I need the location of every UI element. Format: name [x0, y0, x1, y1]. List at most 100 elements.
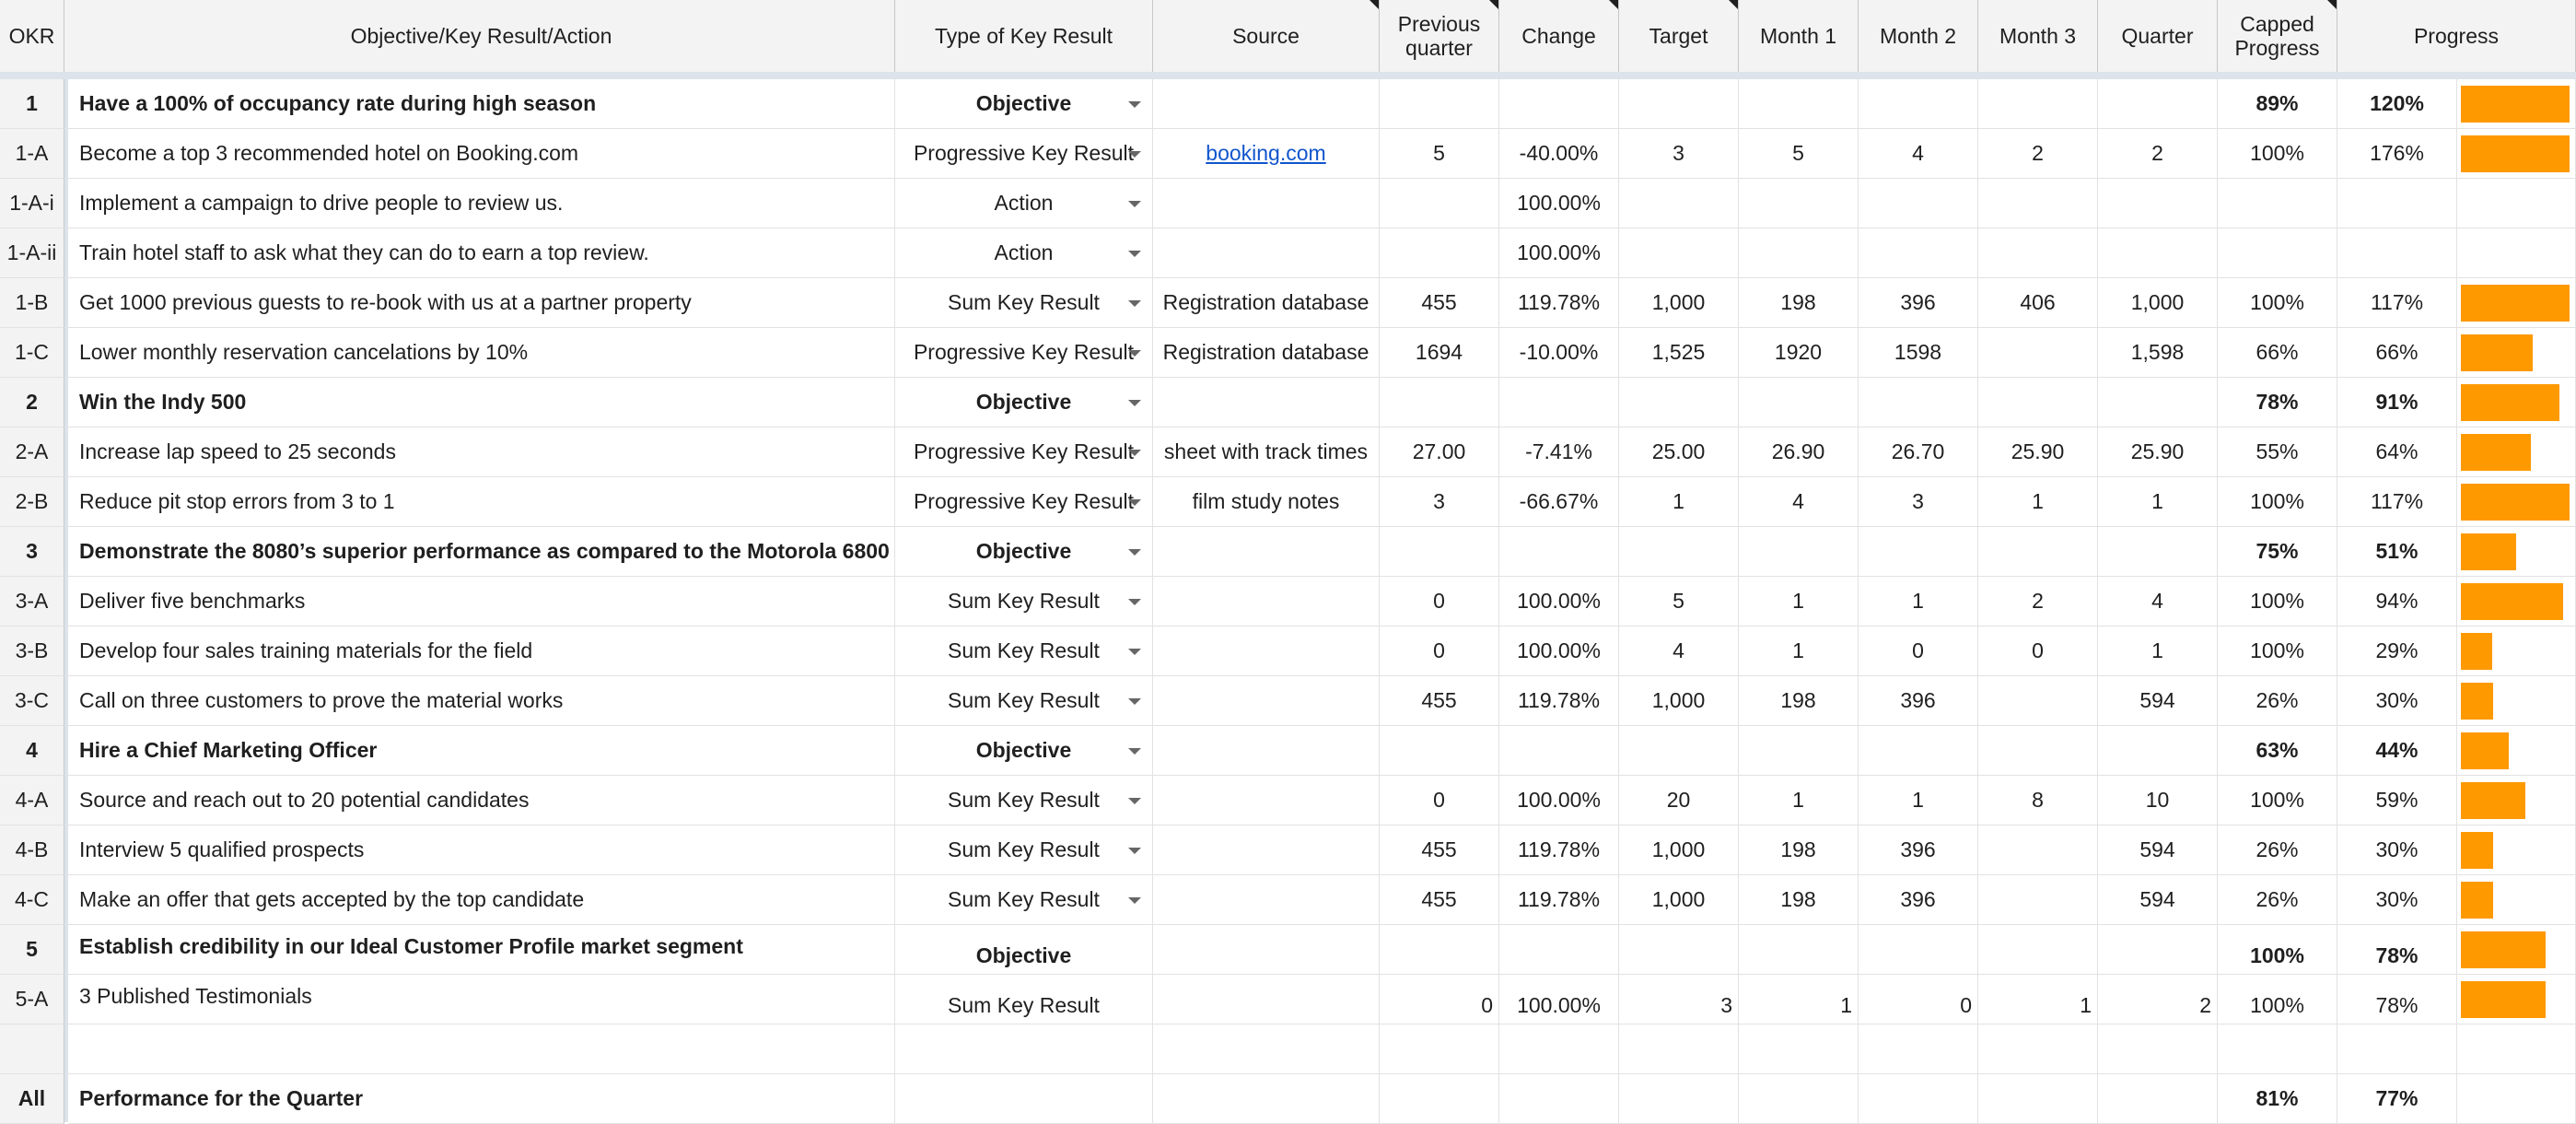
cell-target[interactable]: [1619, 925, 1739, 975]
cell-month3[interactable]: 1: [1978, 477, 2098, 527]
cell-source[interactable]: film study notes: [1153, 477, 1380, 527]
cell-source[interactable]: [1153, 975, 1380, 1024]
cell-okr[interactable]: 3-A: [0, 577, 64, 626]
cell-okr[interactable]: 1-A-i: [0, 179, 64, 228]
cell-change[interactable]: -40.00%: [1499, 129, 1619, 179]
cell-type[interactable]: [895, 1024, 1153, 1074]
cell-quarter[interactable]: 594: [2098, 676, 2218, 726]
cell-objective[interactable]: Deliver five benchmarks: [68, 577, 895, 626]
cell-objective[interactable]: Call on three customers to prove the mat…: [68, 676, 895, 726]
progress-bar-cell[interactable]: [2457, 79, 2576, 129]
cell-month3[interactable]: [1978, 228, 2098, 278]
cell-month2[interactable]: [1859, 378, 1978, 427]
cell-capped[interactable]: [2218, 179, 2337, 228]
cell-target[interactable]: [1619, 79, 1739, 129]
cell-month2[interactable]: 26.70: [1859, 427, 1978, 477]
cell-progress[interactable]: 94%: [2337, 577, 2457, 626]
cell-objective[interactable]: Performance for the Quarter: [68, 1074, 895, 1124]
dropdown-arrow-icon[interactable]: [1128, 399, 1141, 406]
progress-bar-cell[interactable]: [2457, 676, 2576, 726]
cell-okr[interactable]: 1-B: [0, 278, 64, 328]
cell-source[interactable]: Registration database: [1153, 278, 1380, 328]
progress-bar-cell[interactable]: [2457, 925, 2576, 975]
progress-bar-cell[interactable]: [2457, 825, 2576, 875]
progress-bar-cell[interactable]: [2457, 577, 2576, 626]
cell-previous[interactable]: [1380, 179, 1499, 228]
cell-change[interactable]: 100.00%: [1499, 975, 1619, 1024]
cell-quarter[interactable]: 2: [2098, 975, 2218, 1024]
cell-previous[interactable]: 455: [1380, 676, 1499, 726]
cell-progress[interactable]: 59%: [2337, 776, 2457, 825]
cell-target[interactable]: 1,000: [1619, 875, 1739, 925]
dropdown-arrow-icon[interactable]: [1128, 697, 1141, 705]
cell-objective[interactable]: Become a top 3 recommended hotel on Book…: [68, 129, 895, 179]
cell-quarter[interactable]: 594: [2098, 875, 2218, 925]
cell-previous[interactable]: [1380, 527, 1499, 577]
cell-change[interactable]: 100.00%: [1499, 626, 1619, 676]
cell-type[interactable]: Progressive Key Result: [895, 328, 1153, 378]
cell-month1[interactable]: 5: [1739, 129, 1859, 179]
cell-progress[interactable]: 29%: [2337, 626, 2457, 676]
cell-month2[interactable]: [1859, 79, 1978, 129]
cell-source[interactable]: [1153, 228, 1380, 278]
cell-quarter[interactable]: 10: [2098, 776, 2218, 825]
cell-target[interactable]: [1619, 179, 1739, 228]
cell-target[interactable]: [1619, 1074, 1739, 1124]
header-change[interactable]: Change: [1499, 0, 1619, 72]
cell-target[interactable]: [1619, 527, 1739, 577]
cell-okr[interactable]: 1: [0, 79, 64, 129]
cell-source[interactable]: [1153, 378, 1380, 427]
cell-type[interactable]: Progressive Key Result: [895, 477, 1153, 527]
cell-quarter[interactable]: [2098, 1024, 2218, 1074]
dropdown-arrow-icon[interactable]: [1128, 349, 1141, 357]
header-objective[interactable]: Objective/Key Result/Action: [68, 0, 895, 72]
cell-capped[interactable]: 100%: [2218, 477, 2337, 527]
cell-month3[interactable]: [1978, 875, 2098, 925]
cell-previous[interactable]: [1380, 79, 1499, 129]
cell-okr[interactable]: [0, 1024, 64, 1074]
cell-target[interactable]: [1619, 1024, 1739, 1074]
cell-month1[interactable]: 1920: [1739, 328, 1859, 378]
cell-previous[interactable]: [1380, 1074, 1499, 1124]
cell-type[interactable]: Sum Key Result: [895, 577, 1153, 626]
cell-previous[interactable]: [1380, 726, 1499, 776]
cell-objective[interactable]: 3 Published Testimonials: [68, 975, 895, 1024]
cell-progress[interactable]: 117%: [2337, 477, 2457, 527]
cell-quarter[interactable]: [2098, 179, 2218, 228]
cell-month2[interactable]: [1859, 228, 1978, 278]
cell-quarter[interactable]: 1: [2098, 626, 2218, 676]
cell-month2[interactable]: 396: [1859, 278, 1978, 328]
cell-progress[interactable]: [2337, 1024, 2457, 1074]
cell-okr[interactable]: All: [0, 1074, 64, 1124]
cell-progress[interactable]: 66%: [2337, 328, 2457, 378]
cell-progress[interactable]: 91%: [2337, 378, 2457, 427]
progress-bar-cell[interactable]: [2457, 378, 2576, 427]
cell-month3[interactable]: 2: [1978, 129, 2098, 179]
cell-previous[interactable]: [1380, 1024, 1499, 1074]
cell-target[interactable]: 1: [1619, 477, 1739, 527]
cell-change[interactable]: 100.00%: [1499, 228, 1619, 278]
cell-change[interactable]: 119.78%: [1499, 875, 1619, 925]
cell-type[interactable]: Progressive Key Result: [895, 129, 1153, 179]
progress-bar-cell[interactable]: [2457, 1074, 2576, 1124]
progress-bar-cell[interactable]: [2457, 179, 2576, 228]
cell-capped[interactable]: 100%: [2218, 975, 2337, 1024]
cell-change[interactable]: [1499, 378, 1619, 427]
progress-bar-cell[interactable]: [2457, 726, 2576, 776]
cell-month3[interactable]: 1: [1978, 975, 2098, 1024]
cell-quarter[interactable]: 594: [2098, 825, 2218, 875]
cell-month3[interactable]: [1978, 825, 2098, 875]
cell-quarter[interactable]: [2098, 1074, 2218, 1124]
cell-capped[interactable]: [2218, 1024, 2337, 1074]
cell-month1[interactable]: [1739, 726, 1859, 776]
cell-month3[interactable]: 8: [1978, 776, 2098, 825]
dropdown-arrow-icon[interactable]: [1128, 896, 1141, 904]
progress-bar-cell[interactable]: [2457, 527, 2576, 577]
cell-change[interactable]: -7.41%: [1499, 427, 1619, 477]
cell-progress[interactable]: 120%: [2337, 79, 2457, 129]
dropdown-arrow-icon[interactable]: [1128, 150, 1141, 158]
cell-type[interactable]: Action: [895, 228, 1153, 278]
cell-objective[interactable]: Make an offer that gets accepted by the …: [68, 875, 895, 925]
cell-source[interactable]: [1153, 577, 1380, 626]
cell-capped[interactable]: 100%: [2218, 776, 2337, 825]
